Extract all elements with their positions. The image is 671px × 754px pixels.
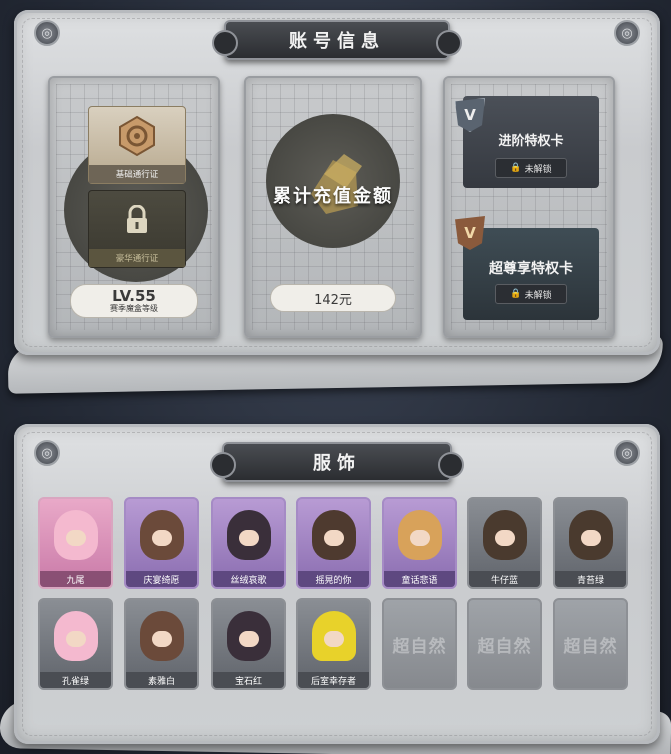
character-portrait-icon <box>226 510 271 560</box>
costume-portrait <box>213 499 284 571</box>
season-level-pill: LV.55 赛季魔盒等级 <box>70 284 198 318</box>
costume-tile[interactable]: 孔雀绿 <box>38 598 113 690</box>
costume-portrait <box>40 499 111 571</box>
costume-tile[interactable]: 九尾 <box>38 497 113 589</box>
recharge-card[interactable]: 累计充值金额 142元 <box>244 76 422 338</box>
costume-portrait <box>126 499 197 571</box>
costume-portrait <box>298 600 369 672</box>
costume-portrait <box>126 600 197 672</box>
costume-name: 九尾 <box>40 571 111 587</box>
costume-tile[interactable]: 摇晃的你 <box>296 497 371 589</box>
advanced-privilege-status: 未解锁 <box>524 164 552 175</box>
costume-title: 服饰 <box>210 442 464 482</box>
corner-rivet-icon: ◎ <box>614 440 640 466</box>
costume-tile[interactable]: 丝绒哀歌 <box>211 497 286 589</box>
recharge-title: 累计充值金额 <box>273 186 393 207</box>
costume-empty-slot[interactable]: 超自然 <box>382 598 457 690</box>
costume-name: 宝石红 <box>213 672 284 688</box>
basic-pass-tile[interactable]: 基础通行证 <box>88 106 186 184</box>
super-privilege-unlock-button[interactable]: 🔒 未解锁 <box>495 284 567 304</box>
recharge-amount: 142元 <box>270 284 396 312</box>
super-privilege-card[interactable]: V 超尊享特权卡 🔒 未解锁 <box>455 216 599 320</box>
recharge-disc <box>266 114 400 248</box>
costume-tile[interactable]: 童话悲语 <box>382 497 457 589</box>
costume-portrait <box>40 600 111 672</box>
costume-name: 青苔绿 <box>555 571 626 587</box>
costume-tile[interactable]: 后室幸存者 <box>296 598 371 690</box>
advanced-privilege-unlock-button[interactable]: 🔒 未解锁 <box>495 158 567 178</box>
costume-empty-slot[interactable]: 超自然 <box>553 598 628 690</box>
costume-placeholder-text: 超自然 <box>563 636 618 657</box>
costume-placeholder-text: 超自然 <box>392 636 447 657</box>
costume-portrait <box>213 600 284 672</box>
deluxe-pass-tile[interactable]: 豪华通行证 <box>88 190 186 268</box>
costume-name: 后室幸存者 <box>298 672 369 688</box>
costume-tile[interactable]: 素雅白 <box>124 598 199 690</box>
corner-rivet-icon: ◎ <box>34 440 60 466</box>
costume-tile[interactable]: 庆宴绮愿 <box>124 497 199 589</box>
season-level-value: LV.55 <box>112 287 156 305</box>
costume-tile[interactable]: 牛仔蓝 <box>467 497 542 589</box>
advanced-privilege-card[interactable]: V 进阶特权卡 🔒 未解锁 <box>455 96 599 188</box>
costume-placeholder-text: 超自然 <box>477 636 532 657</box>
basic-pass-label: 基础通行证 <box>89 165 185 183</box>
costume-name: 丝绒哀歌 <box>213 571 284 587</box>
character-portrait-icon <box>226 611 271 661</box>
costume-name: 孔雀绿 <box>40 672 111 688</box>
deluxe-pass-label: 豪华通行证 <box>89 249 185 267</box>
costume-name: 素雅白 <box>126 672 197 688</box>
character-portrait-icon <box>311 611 356 661</box>
character-portrait-icon <box>568 510 613 560</box>
character-portrait-icon <box>53 611 98 661</box>
privilege-card[interactable]: V 进阶特权卡 🔒 未解锁 V 超尊享特权卡 🔒 未解锁 <box>443 76 615 338</box>
costume-name: 童话悲语 <box>384 571 455 587</box>
costume-name: 庆宴绮愿 <box>126 571 197 587</box>
costume-name: 牛仔蓝 <box>469 571 540 587</box>
super-privilege-name: 超尊享特权卡 <box>489 261 573 277</box>
super-privilege-status: 未解锁 <box>524 290 552 301</box>
costume-portrait <box>298 499 369 571</box>
basic-pass-emblem-icon <box>116 107 158 165</box>
corner-rivet-icon: ◎ <box>614 20 640 46</box>
character-portrait-icon <box>139 611 184 661</box>
pass-card[interactable]: 基础通行证 豪华通行证 LV.55 赛季魔盒等级 <box>48 76 220 338</box>
character-portrait-icon <box>139 510 184 560</box>
character-portrait-icon <box>482 510 527 560</box>
advanced-privilege-name: 进阶特权卡 <box>498 134 564 149</box>
costume-name: 摇晃的你 <box>298 571 369 587</box>
costume-portrait <box>469 499 540 571</box>
character-portrait-icon <box>53 510 98 560</box>
corner-rivet-icon: ◎ <box>34 20 60 46</box>
costume-empty-slot[interactable]: 超自然 <box>467 598 542 690</box>
costume-portrait <box>555 499 626 571</box>
lock-icon <box>124 191 150 249</box>
season-level-caption: 赛季魔盒等级 <box>110 304 158 313</box>
costume-tile[interactable]: 宝石红 <box>211 598 286 690</box>
character-portrait-icon <box>311 510 356 560</box>
lock-icon: 🔒 <box>510 163 522 173</box>
costume-tile[interactable]: 青苔绿 <box>553 497 628 589</box>
character-portrait-icon <box>397 510 442 560</box>
lock-icon: 🔒 <box>510 289 522 299</box>
costume-portrait <box>384 499 455 571</box>
account-info-title: 账号信息 <box>212 20 462 60</box>
